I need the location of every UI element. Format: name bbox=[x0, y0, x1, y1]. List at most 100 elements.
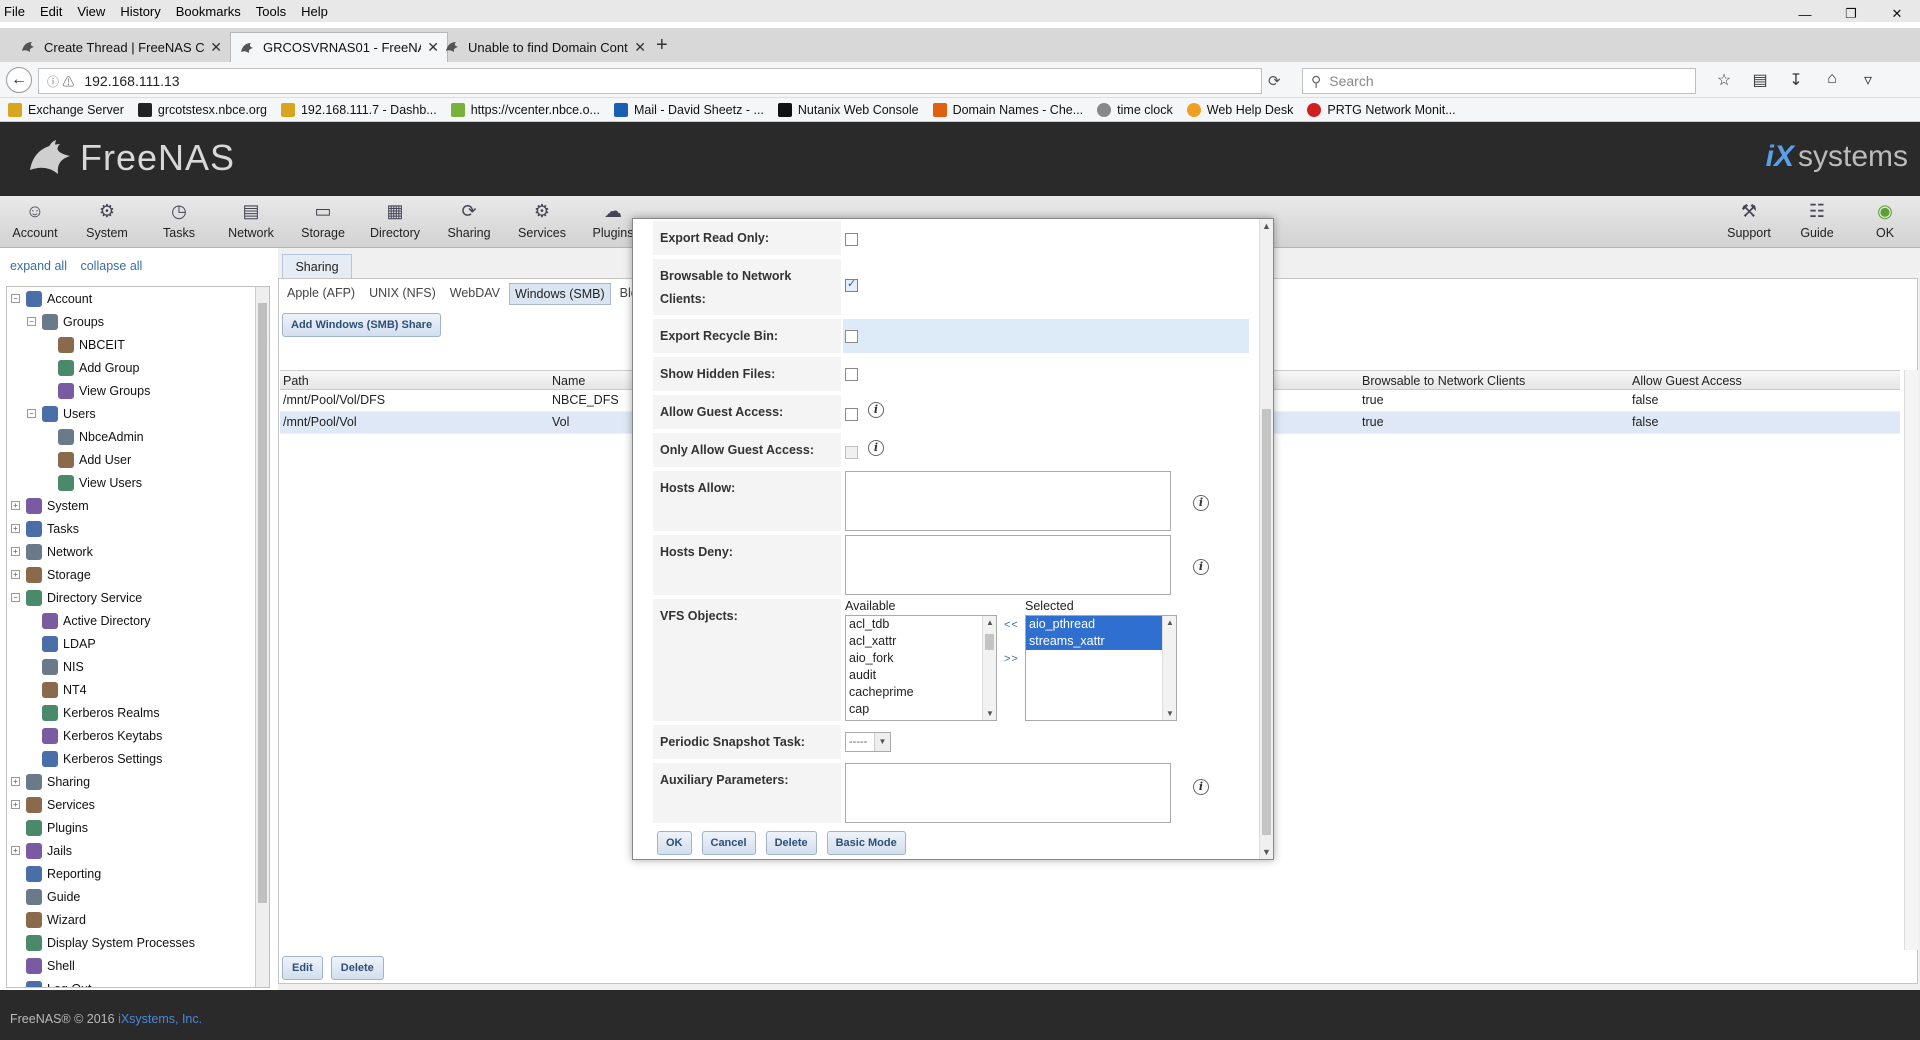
close-window-icon[interactable]: ✕ bbox=[1874, 0, 1920, 28]
cancel-button[interactable]: Cancel bbox=[701, 831, 756, 855]
edit-button[interactable]: Edit bbox=[282, 956, 323, 980]
column-header-browsable[interactable]: Browsable to Network Clients bbox=[1362, 374, 1525, 388]
tree-item[interactable]: − Account bbox=[11, 287, 92, 310]
delete-share-button[interactable]: Delete bbox=[765, 831, 817, 855]
tab-unable-to-find[interactable]: Unable to find Domain Cont ✕ bbox=[436, 32, 654, 62]
expand-toggle-icon[interactable]: + bbox=[11, 777, 20, 786]
menu-edit[interactable]: Edit bbox=[40, 4, 62, 19]
tree-item[interactable]: Plugins bbox=[11, 816, 88, 839]
tree-item[interactable]: View Users bbox=[43, 471, 142, 494]
tree-item[interactable]: + Network bbox=[11, 540, 93, 563]
show-hidden-checkbox[interactable] bbox=[845, 368, 858, 381]
list-item[interactable]: aio_fork bbox=[846, 650, 996, 667]
collapse-toggle-icon[interactable]: − bbox=[27, 409, 36, 418]
collapse-toggle-icon[interactable]: − bbox=[11, 294, 20, 303]
export-read-only-checkbox[interactable] bbox=[845, 233, 858, 246]
tree-item[interactable]: View Groups bbox=[43, 379, 150, 402]
basic-mode-button[interactable]: Basic Mode bbox=[826, 831, 906, 855]
menu-history[interactable]: History bbox=[120, 4, 160, 19]
aux-params-textarea[interactable] bbox=[845, 763, 1171, 823]
toolbar-services[interactable]: ⚙ Services bbox=[507, 198, 577, 246]
tab-close-icon[interactable]: ✕ bbox=[210, 39, 222, 56]
tab-grcosvrnas01[interactable]: GRCOSVRNAS01 - FreeNAS ✕ bbox=[230, 32, 448, 62]
info-icon[interactable]: i bbox=[868, 402, 884, 418]
add-smb-share-button[interactable]: Add Windows (SMB) Share bbox=[282, 313, 442, 337]
toolbar-tasks[interactable]: ◷ Tasks bbox=[144, 198, 214, 246]
tree-item[interactable]: NIS bbox=[27, 655, 84, 678]
menu-view[interactable]: View bbox=[77, 4, 105, 19]
toolbar-system[interactable]: ⚙ System bbox=[72, 198, 142, 246]
vfs-available-listbox[interactable]: acl_tdb acl_xattr aio_fork audit cachepr… bbox=[845, 615, 997, 721]
tree-item[interactable]: + Tasks bbox=[11, 517, 79, 540]
download-icon[interactable]: ↧ bbox=[1778, 70, 1814, 90]
hosts-allow-textarea[interactable] bbox=[845, 471, 1171, 531]
bookmark-item[interactable]: Mail - David Sheetz - ... bbox=[613, 102, 764, 117]
expand-toggle-icon[interactable]: + bbox=[11, 524, 20, 533]
expand-toggle-icon[interactable]: + bbox=[11, 547, 20, 556]
tree-item[interactable]: − Groups bbox=[27, 310, 104, 333]
dialog-scroll-thumb[interactable] bbox=[1262, 409, 1271, 835]
bookmark-item[interactable]: time clock bbox=[1097, 102, 1173, 117]
scroll-up-icon[interactable]: ▲ bbox=[1166, 618, 1174, 627]
toolbar-network[interactable]: ▤ Network bbox=[216, 198, 286, 246]
listbox-scrollbar[interactable]: ▲ ▼ bbox=[1162, 616, 1176, 720]
bookmark-item[interactable]: 192.168.111.7 - Dashb... bbox=[280, 102, 437, 117]
tree-item[interactable]: Add User bbox=[43, 448, 131, 471]
column-header-name[interactable]: Name bbox=[552, 374, 585, 388]
scroll-up-icon[interactable]: ▲ bbox=[1262, 221, 1271, 231]
info-icon[interactable]: i bbox=[1193, 559, 1209, 575]
tree-item[interactable]: Kerberos Keytabs bbox=[27, 724, 162, 747]
scroll-down-icon[interactable]: ▼ bbox=[1166, 709, 1174, 718]
bookmark-item[interactable]: Web Help Desk bbox=[1186, 102, 1293, 117]
tree-item[interactable]: Wizard bbox=[11, 908, 86, 931]
pocket-icon[interactable]: ▿ bbox=[1850, 70, 1886, 90]
hosts-deny-textarea[interactable] bbox=[845, 535, 1171, 595]
tree-item[interactable]: Active Directory bbox=[27, 609, 151, 632]
delete-button[interactable]: Delete bbox=[330, 956, 384, 980]
subtab-nfs[interactable]: UNIX (NFS) bbox=[364, 283, 441, 305]
listbox-scrollbar[interactable]: ▲ ▼ bbox=[982, 616, 996, 720]
new-tab-icon[interactable]: + bbox=[656, 34, 668, 57]
tree-item[interactable]: Display System Processes bbox=[11, 931, 195, 954]
column-header-path[interactable]: Path bbox=[283, 374, 309, 388]
ok-button[interactable]: OK bbox=[657, 831, 692, 855]
scroll-down-icon[interactable]: ▼ bbox=[986, 709, 994, 718]
scroll-down-icon[interactable]: ▼ bbox=[1262, 847, 1271, 857]
home-icon[interactable]: ⌂ bbox=[1814, 70, 1850, 90]
bookmark-item[interactable]: grcotstesx.nbce.org bbox=[137, 102, 267, 117]
dialog-scrollbar[interactable]: ▲ ▼ bbox=[1259, 219, 1273, 859]
expand-toggle-icon[interactable]: + bbox=[11, 501, 20, 510]
allow-guest-checkbox[interactable] bbox=[845, 408, 858, 421]
back-arrow-icon[interactable]: ← bbox=[6, 67, 32, 93]
reading-list-icon[interactable]: ▤ bbox=[1742, 70, 1778, 90]
list-item[interactable]: cap bbox=[846, 701, 996, 718]
column-header-guest[interactable]: Allow Guest Access bbox=[1632, 374, 1742, 388]
info-icon[interactable]: i bbox=[1193, 495, 1209, 511]
only-allow-guest-checkbox[interactable] bbox=[845, 446, 858, 459]
bookmark-item[interactable]: Exchange Server bbox=[8, 102, 124, 117]
subtab-afp[interactable]: Apple (AFP) bbox=[282, 283, 360, 305]
move-left-button[interactable]: << bbox=[1004, 619, 1019, 631]
tree-item[interactable]: + Jails bbox=[11, 839, 72, 862]
toolbar-guide[interactable]: ☷ Guide bbox=[1782, 198, 1852, 246]
bookmark-item[interactable]: Domain Names - Che... bbox=[932, 102, 1083, 117]
restore-icon[interactable]: ❐ bbox=[1828, 0, 1874, 28]
menu-help[interactable]: Help bbox=[301, 4, 328, 19]
tree-item[interactable]: Log Out bbox=[11, 977, 91, 987]
toolbar-directory[interactable]: ▦ Directory bbox=[360, 198, 430, 246]
collapse-toggle-icon[interactable]: − bbox=[11, 593, 20, 602]
scroll-thumb[interactable] bbox=[985, 634, 994, 650]
table-scrollbar[interactable] bbox=[1904, 370, 1918, 950]
tree-item[interactable]: NT4 bbox=[27, 678, 87, 701]
tree-item[interactable]: NbceAdmin bbox=[43, 425, 144, 448]
tree-item[interactable]: + System bbox=[11, 494, 89, 517]
tree-item[interactable]: + Sharing bbox=[11, 770, 90, 793]
tree-item[interactable]: Guide bbox=[11, 885, 80, 908]
move-right-button[interactable]: >> bbox=[1004, 653, 1019, 665]
list-item[interactable]: streams_xattr bbox=[1026, 633, 1162, 650]
hamburger-menu-icon[interactable]: ☰ bbox=[1910, 70, 1920, 90]
menu-tools[interactable]: Tools bbox=[256, 4, 286, 19]
tree-item[interactable]: Shell bbox=[11, 954, 75, 977]
toolbar-storage[interactable]: ▭ Storage bbox=[288, 198, 358, 246]
bookmark-item[interactable]: https://vcenter.nbce.o... bbox=[450, 102, 600, 117]
